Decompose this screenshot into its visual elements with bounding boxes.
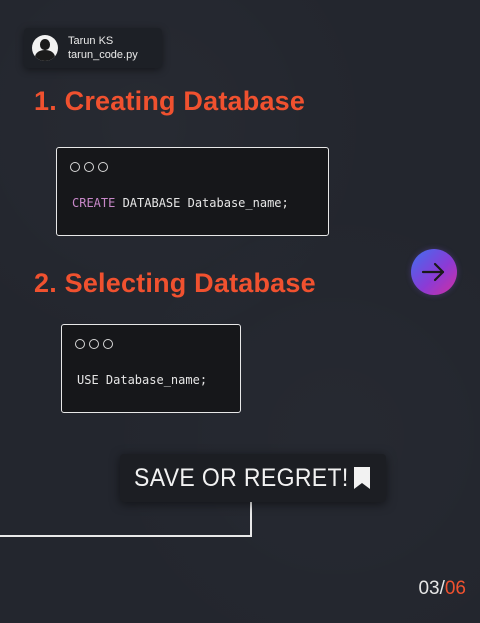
window-dot-icon — [89, 339, 99, 349]
author-info: Tarun KS tarun_code.py — [68, 34, 138, 62]
connector-line — [0, 535, 252, 537]
code-line-create: CREATE DATABASE Database_name; — [72, 196, 289, 210]
code-text: DATABASE Database_name; — [115, 196, 289, 210]
author-handle: tarun_code.py — [68, 49, 138, 61]
arrow-right-icon — [421, 262, 445, 282]
avatar — [32, 35, 58, 61]
page-indicator: 03/06 — [418, 578, 466, 600]
window-dot-icon — [75, 339, 85, 349]
save-banner: SAVE OR REGRET! — [120, 454, 386, 502]
window-dot-icon — [103, 339, 113, 349]
author-badge: Tarun KS tarun_code.py — [24, 28, 162, 68]
window-dot-icon — [84, 162, 94, 172]
window-dot-icon — [70, 162, 80, 172]
page-current: 03 — [418, 578, 440, 599]
next-slide-button[interactable] — [411, 249, 457, 295]
save-banner-text: SAVE OR REGRET! — [134, 463, 349, 492]
code-keyword: CREATE — [72, 196, 116, 210]
window-dot-icon — [98, 162, 108, 172]
connector-line — [250, 500, 252, 537]
page-total: 06 — [444, 578, 466, 599]
author-name: Tarun KS — [68, 35, 114, 47]
section-title-selecting-database: 2. Selecting Database — [34, 268, 316, 298]
code-line-use: USE Database_name; — [77, 373, 208, 387]
bookmark-icon[interactable] — [353, 466, 371, 490]
window-controls — [75, 339, 113, 349]
section-title-creating-database: 1. Creating Database — [34, 86, 306, 116]
window-controls — [70, 162, 108, 172]
code-window-use: USE Database_name; — [61, 324, 241, 413]
code-window-create: CREATE DATABASE Database_name; — [56, 147, 329, 236]
